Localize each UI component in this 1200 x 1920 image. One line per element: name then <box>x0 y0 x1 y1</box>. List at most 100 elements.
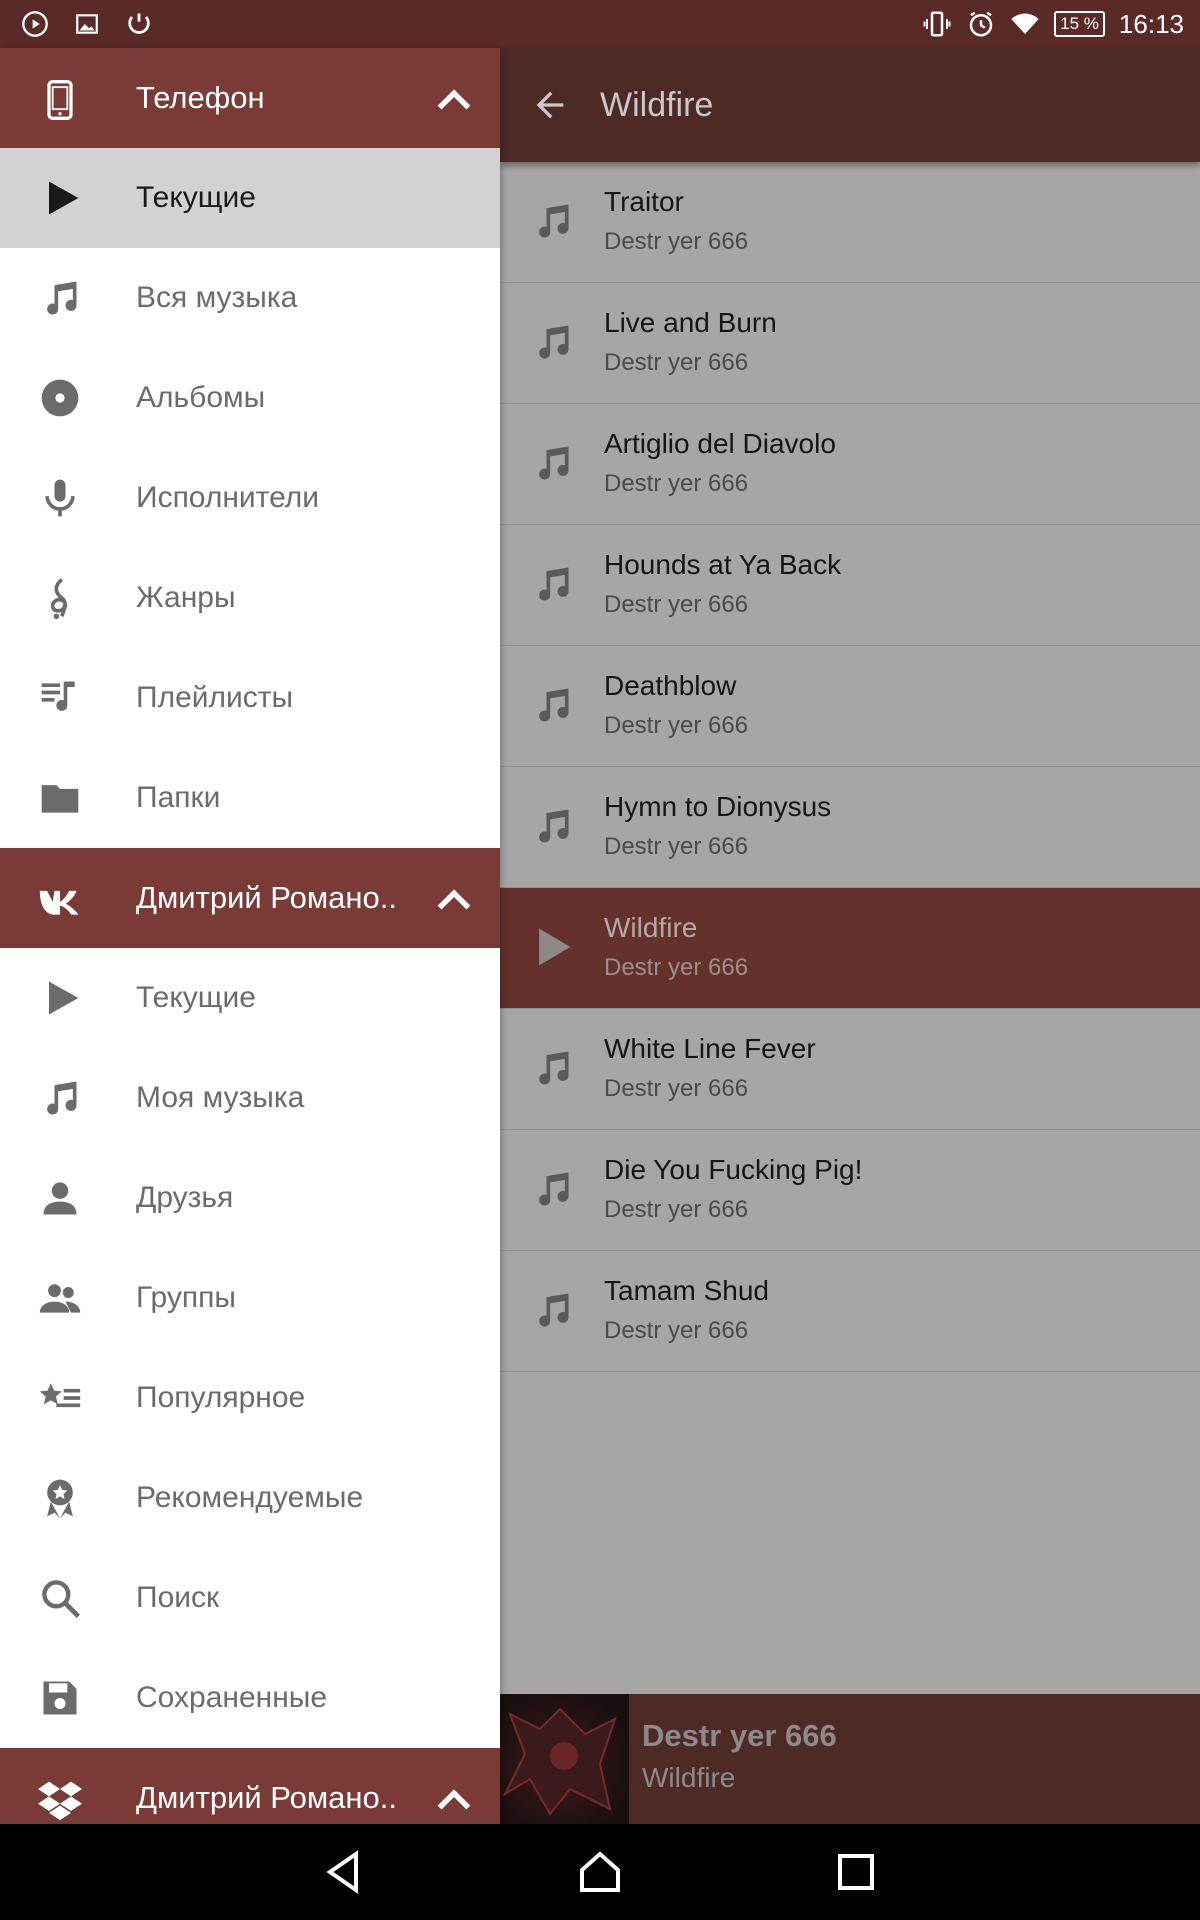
drawer-item[interactable]: Исполнители <box>0 448 500 548</box>
chevron-up-icon[interactable] <box>434 1782 474 1814</box>
track-artist: Destr yer 666 <box>604 591 749 618</box>
track-artist: Destr yer 666 <box>604 1075 749 1102</box>
music-note-icon <box>530 199 574 243</box>
track-artist: Destr yer 666 <box>604 954 749 981</box>
drawer-item[interactable]: Моя музыка <box>0 1048 500 1148</box>
microphone-icon <box>38 476 82 520</box>
recents-nav-button[interactable] <box>832 1848 880 1896</box>
track-row[interactable]: Live and Burn Destr yer 666 <box>500 283 1200 404</box>
alarm-icon <box>966 9 996 39</box>
drawer-item-label: Исполнители <box>136 481 320 514</box>
drawer-item-label: Друзья <box>136 1181 234 1214</box>
track-row[interactable]: Wildfire Destr yer 666 <box>500 888 1200 1009</box>
drawer-item-label: Группы <box>136 1281 236 1314</box>
drawer-item[interactable]: Поиск <box>0 1548 500 1648</box>
recents-square-icon <box>838 1854 874 1890</box>
track-title: Die You Fucking Pig! <box>604 1154 863 1185</box>
page-title: Wildfire <box>600 86 714 124</box>
status-bar: 15 % 16:13 <box>0 0 1200 48</box>
drawer-item[interactable]: Сохраненные <box>0 1648 500 1748</box>
wifi-icon <box>1010 9 1040 39</box>
drawer-item-label: Сохраненные <box>136 1681 328 1714</box>
track-artist: Destr yer 666 <box>604 349 749 376</box>
track-row[interactable]: Hymn to Dionysus Destr yer 666 <box>500 767 1200 888</box>
chevron-up-icon[interactable] <box>434 82 474 114</box>
clock: 16:13 <box>1118 8 1184 39</box>
track-list: Traitor Destr yer 666 Live and Burn Destr y… <box>500 162 1200 1372</box>
play-icon <box>38 176 82 220</box>
drawer-item[interactable]: Текущие <box>0 148 500 248</box>
now-playing-bar[interactable]: Destr yer 666 Wildfire <box>500 1694 1200 1824</box>
drawer-item-label: Рекомендуемые <box>136 1481 364 1514</box>
track-title: Artiglio del Diavolo <box>604 428 836 459</box>
drawer-item[interactable]: Папки <box>0 748 500 848</box>
drawer-section-header[interactable]: Телефон <box>0 48 500 148</box>
track-title: Tamam Shud <box>604 1275 769 1306</box>
music-note-icon <box>38 276 82 320</box>
toolbar: Wildfire <box>500 48 1200 162</box>
dropbox-icon <box>38 1778 82 1822</box>
music-note-icon <box>530 562 574 606</box>
track-row[interactable]: Die You Fucking Pig! Destr yer 666 <box>500 1130 1200 1251</box>
drawer-item[interactable]: Рекомендуемые <box>0 1448 500 1548</box>
track-row[interactable]: Deathblow Destr yer 666 <box>500 646 1200 767</box>
track-artist: Destr yer 666 <box>604 228 749 255</box>
track-title: Deathblow <box>604 670 737 701</box>
star-list-icon <box>38 1376 82 1420</box>
back-nav-button[interactable] <box>320 1848 368 1896</box>
music-note-icon <box>530 804 574 848</box>
drawer-item[interactable]: Текущие <box>0 948 500 1048</box>
track-row[interactable]: Traitor Destr yer 666 <box>500 162 1200 283</box>
music-note-icon <box>530 1167 574 1211</box>
music-note-icon <box>38 1076 82 1120</box>
track-title: Live and Burn <box>604 307 777 338</box>
track-title: Hounds at Ya Back <box>604 549 842 580</box>
track-row[interactable]: White Line Fever Destr yer 666 <box>500 1009 1200 1130</box>
navigation-drawer: Телефон Текущие Вся музыка Альбомы Исполните… <box>0 48 500 1824</box>
album-art[interactable] <box>500 1694 629 1824</box>
now-playing-artist: Destr yer 666 <box>642 1718 837 1753</box>
back-button[interactable] <box>530 85 570 125</box>
person-icon <box>38 1176 82 1220</box>
vk-icon <box>38 878 82 922</box>
track-title: Wildfire <box>604 912 698 943</box>
track-list-panel: Wildfire Traitor Destr yer 666 Live and Bu… <box>500 48 1200 1824</box>
track-title: White Line Fever <box>604 1033 816 1064</box>
chevron-up-icon[interactable] <box>434 882 474 914</box>
play-icon <box>530 925 574 969</box>
drawer-item[interactable]: Жанры <box>0 548 500 648</box>
drawer-item-label: Поиск <box>136 1581 220 1614</box>
drawer-section-header[interactable]: Дмитрий Романо.. <box>0 1748 500 1824</box>
music-note-icon <box>530 1288 574 1332</box>
group-icon <box>38 1276 82 1320</box>
drawer-item[interactable]: Плейлисты <box>0 648 500 748</box>
drawer-item[interactable]: Популярное <box>0 1348 500 1448</box>
back-triangle-icon <box>326 1850 358 1894</box>
system-navigation-bar <box>0 1824 1200 1920</box>
drawer-section-title: Дмитрий Романо.. <box>136 880 398 915</box>
drawer-item-label: Текущие <box>136 981 256 1014</box>
drawer-item[interactable]: Альбомы <box>0 348 500 448</box>
drawer-item-label: Популярное <box>136 1381 306 1414</box>
drawer-section-title: Телефон <box>136 80 265 115</box>
playlist-icon <box>38 676 82 720</box>
drawer-item[interactable]: Вся музыка <box>0 248 500 348</box>
drawer-item[interactable]: Группы <box>0 1248 500 1348</box>
drawer-item-label: Альбомы <box>136 381 266 414</box>
drawer-section-header[interactable]: Дмитрий Романо.. <box>0 848 500 948</box>
track-row[interactable]: Hounds at Ya Back Destr yer 666 <box>500 525 1200 646</box>
music-note-icon <box>530 320 574 364</box>
track-row[interactable]: Artiglio del Diavolo Destr yer 666 <box>500 404 1200 525</box>
award-icon <box>38 1476 82 1520</box>
home-nav-button[interactable] <box>576 1848 624 1896</box>
music-note-icon <box>530 1046 574 1090</box>
track-row[interactable]: Tamam Shud Destr yer 666 <box>500 1251 1200 1372</box>
track-artist: Destr yer 666 <box>604 712 749 739</box>
track-title: Hymn to Dionysus <box>604 791 832 822</box>
drawer-item-label: Папки <box>136 781 221 814</box>
treble-clef-icon <box>38 576 82 620</box>
drawer-item-label: Плейлисты <box>136 681 294 714</box>
track-artist: Destr yer 666 <box>604 470 749 497</box>
drawer-item[interactable]: Друзья <box>0 1148 500 1248</box>
drawer-item-label: Жанры <box>136 581 236 614</box>
